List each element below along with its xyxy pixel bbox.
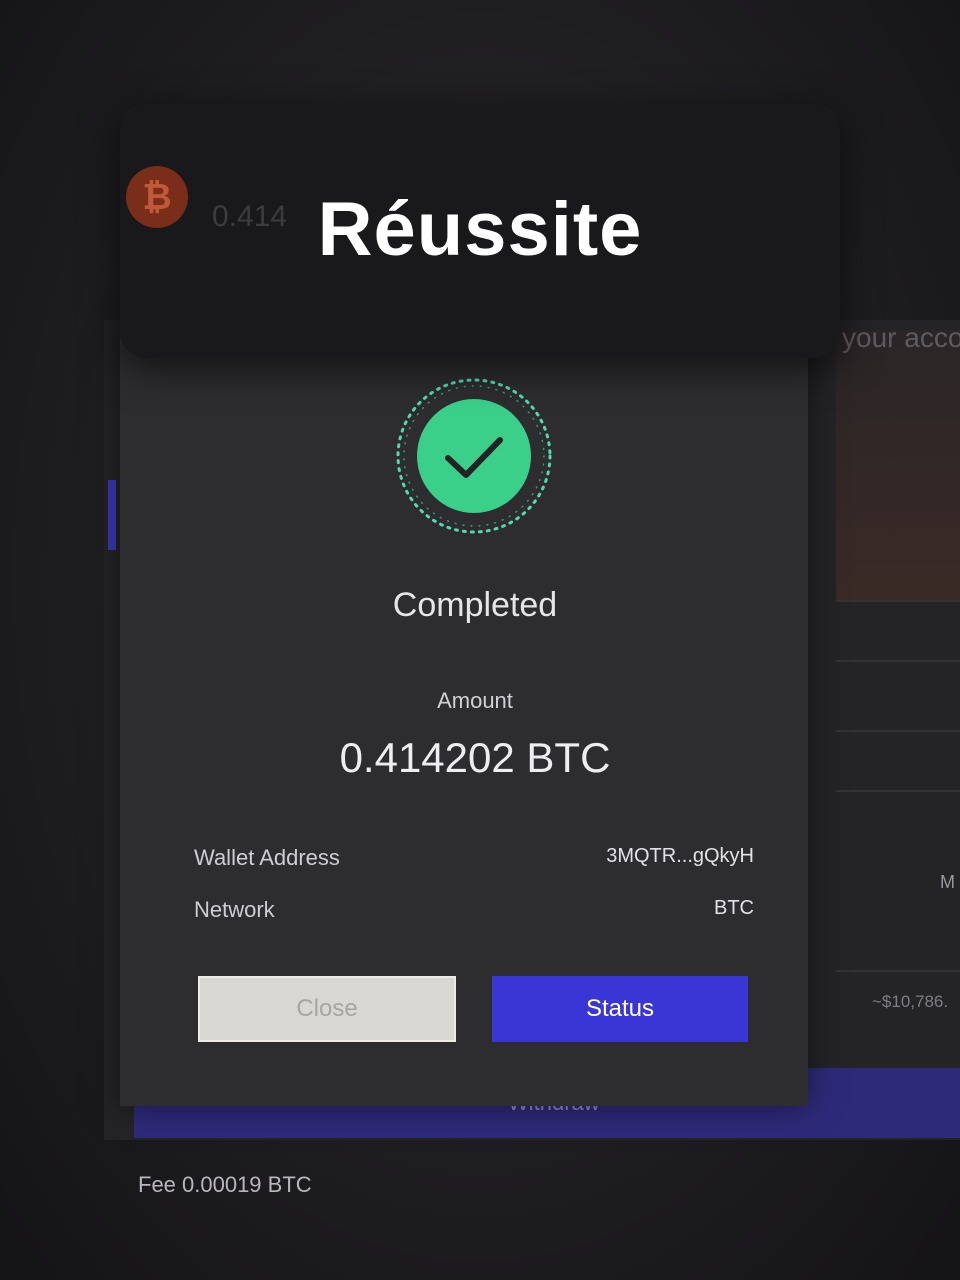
screen: your acco M ~$10,786. Withdraw Fee 0.000… <box>0 0 960 1280</box>
background-column-label: M <box>940 872 955 892</box>
overlay-title: Réussite <box>317 187 643 272</box>
background-account-text: your acco <box>842 322 960 353</box>
background-side-panel <box>836 330 960 600</box>
status-button[interactable]: Status <box>492 976 748 1042</box>
close-button[interactable]: Close <box>198 976 456 1042</box>
amount-label: Amount <box>437 688 513 713</box>
check-circle-icon <box>396 378 552 534</box>
amount-value: 0.414202 BTC <box>339 734 611 781</box>
wallet-address-value: 3MQTR...gQkyH <box>606 845 754 867</box>
status-title: Completed <box>392 586 558 624</box>
network-label: Network <box>194 897 275 922</box>
background-accent <box>108 480 116 550</box>
background-usd-value: ~$10,786. <box>872 992 949 1011</box>
network-value: BTC <box>714 897 754 919</box>
wallet-address-label: Wallet Address <box>194 845 340 870</box>
fee-text: Fee 0.00019 BTC <box>138 1172 312 1197</box>
